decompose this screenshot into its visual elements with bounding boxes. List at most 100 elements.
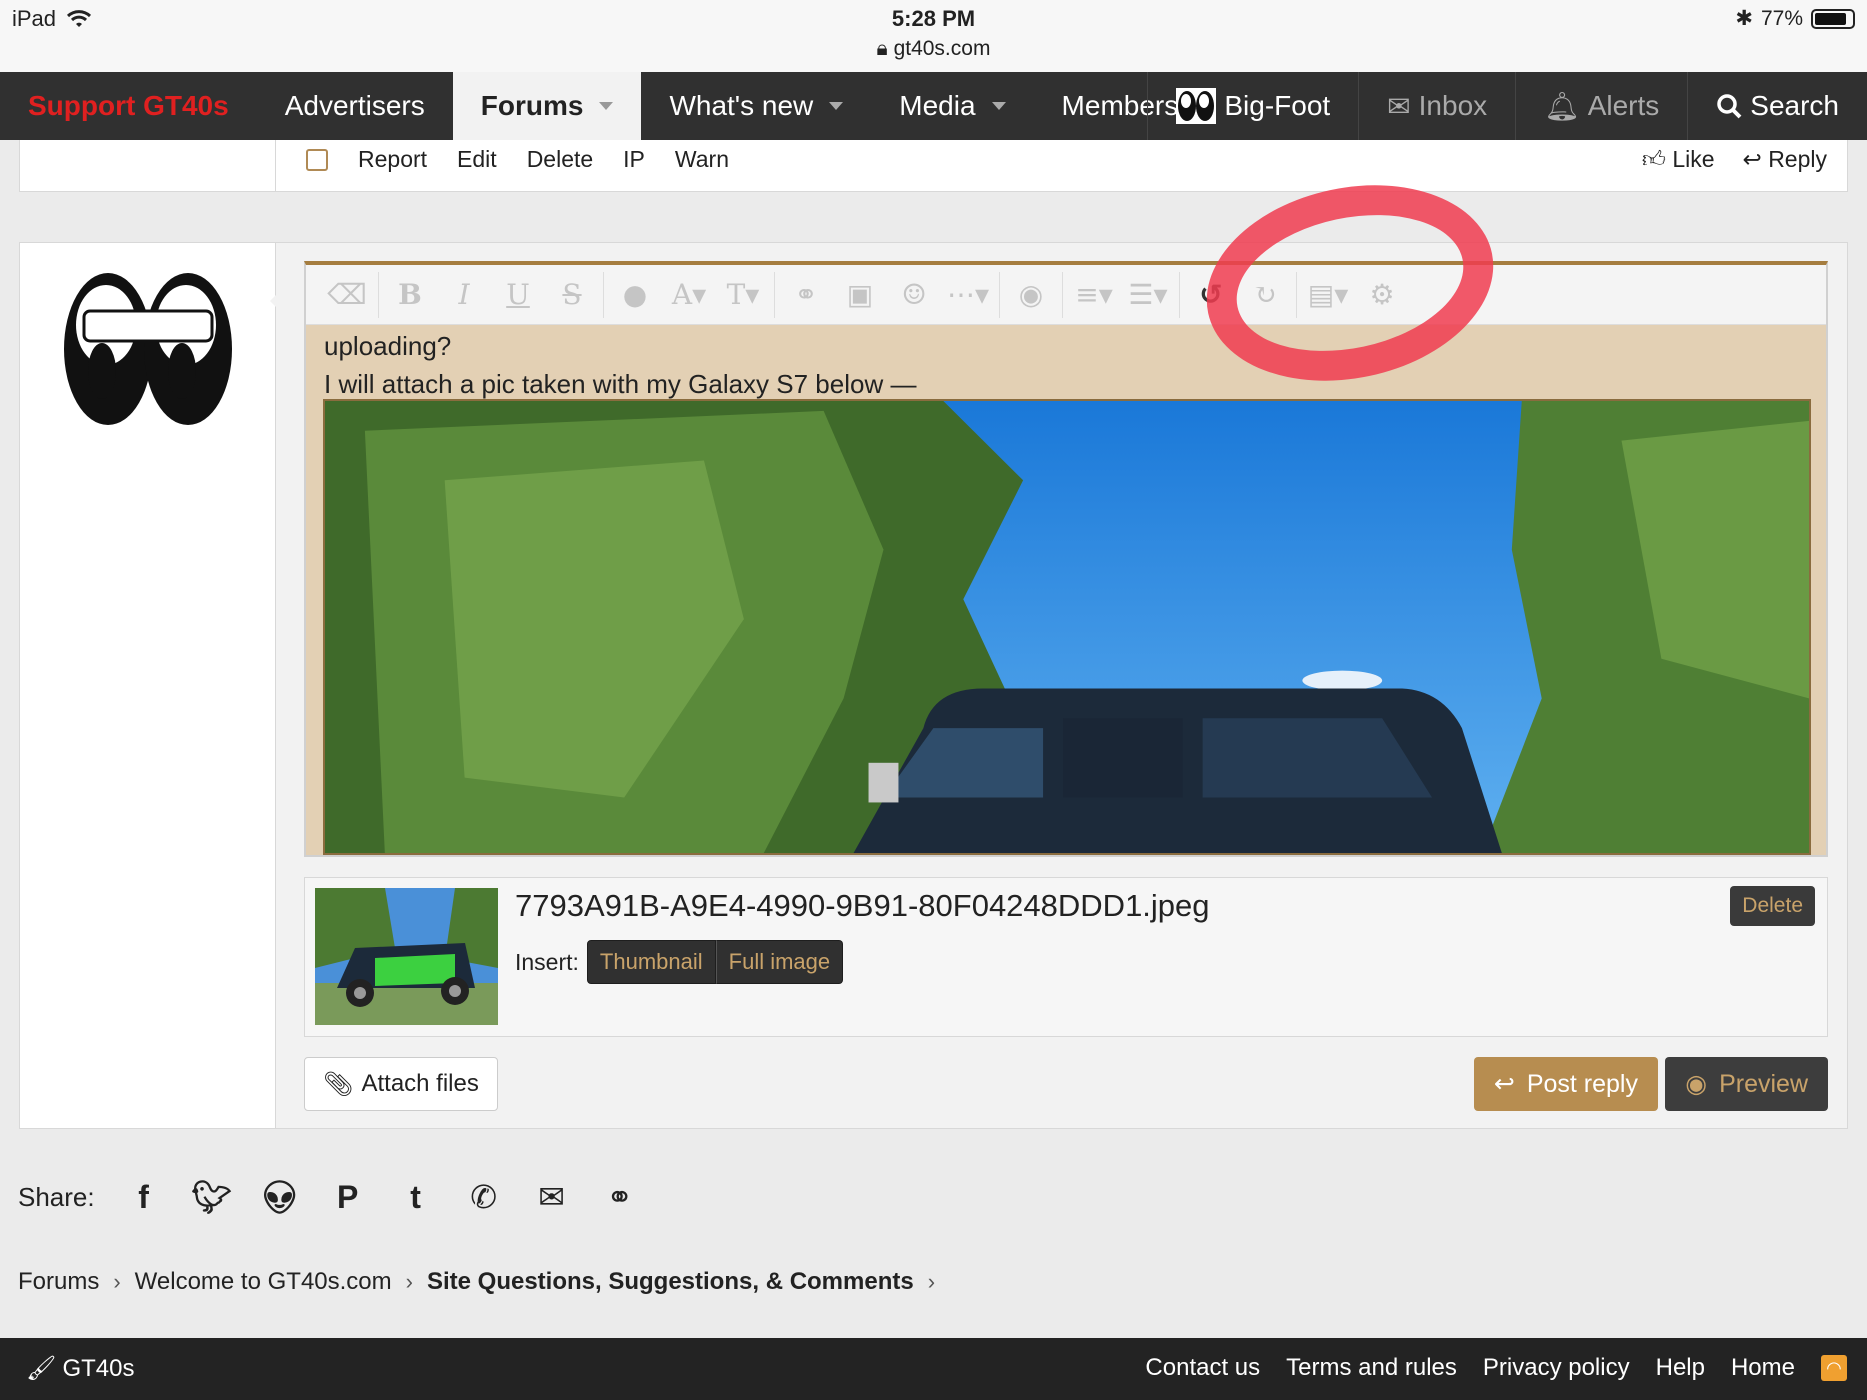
nav-media-label: Media	[899, 90, 976, 121]
address-bar[interactable]: 🔒︎ gt40s.com	[0, 37, 1867, 61]
footer-help-link[interactable]: Help	[1656, 1354, 1705, 1382]
bluetooth-icon: ✱	[1735, 7, 1753, 30]
preview-button[interactable]: ◉ Preview	[1665, 1057, 1828, 1111]
paintbrush-icon: 🖌︎	[26, 1355, 57, 1382]
breadcrumb-forums[interactable]: Forums	[18, 1268, 99, 1296]
clock: 5:28 PM	[891, 6, 976, 31]
editor-toolbar: ⌫ B I U S ● A▾ T▾ ⚭ ▣ ☺ ⋯▾ ◉ ≡▾ ☰▾ ↺ ↻ ▤…	[306, 265, 1826, 325]
font-size-icon[interactable]: T▾	[716, 265, 770, 325]
footer-terms-link[interactable]: Terms and rules	[1286, 1354, 1457, 1382]
reply-arrow-icon: ↩	[1742, 146, 1762, 172]
quick-reply-block: ⌫ B I U S ● A▾ T▾ ⚭ ▣ ☺ ⋯▾ ◉ ≡▾ ☰▾ ↺ ↻ ▤…	[19, 242, 1848, 1129]
like-button[interactable]: 👍︎ Like	[1642, 146, 1715, 174]
chevron-down-icon[interactable]	[599, 102, 614, 110]
search-icon	[1717, 94, 1742, 119]
editor-line-2: I will attach a pic taken with my Galaxy…	[324, 369, 917, 399]
moon-eyes-avatar	[60, 261, 236, 437]
edit-link[interactable]: Edit	[457, 146, 497, 173]
nav-user-account[interactable]: Big-Foot	[1147, 72, 1358, 140]
footer-contact-link[interactable]: Contact us	[1145, 1354, 1260, 1382]
reply-label: Reply	[1768, 146, 1827, 172]
breadcrumb: Forums › Welcome to GT40s.com › Site Que…	[18, 1268, 949, 1296]
share-bar: Share: f 🐦︎ 👽︎ P t ✆ ✉ ⚭	[18, 1178, 639, 1216]
warn-link[interactable]: Warn	[675, 146, 729, 173]
image-icon[interactable]: ▣	[833, 265, 887, 325]
pinterest-icon[interactable]: P	[329, 1178, 367, 1216]
envelope-icon: ✉	[1387, 90, 1411, 122]
nav-alerts[interactable]: 🔔︎ Alerts	[1515, 72, 1687, 140]
breadcrumb-welcome[interactable]: Welcome to GT40s.com	[135, 1268, 392, 1296]
link-icon[interactable]: ⚭	[601, 1178, 639, 1216]
report-link[interactable]: Report	[358, 146, 427, 173]
site-footer: 🖌︎ GT40s Contact us Terms and rules Priv…	[0, 1338, 1867, 1400]
nav-alerts-label: Alerts	[1587, 90, 1660, 121]
select-post-checkbox[interactable]	[306, 148, 328, 171]
camera-icon[interactable]: ◉	[1004, 265, 1058, 325]
font-family-icon[interactable]: A▾	[662, 265, 716, 325]
main-nav: Support GT40s Advertisers Forums What's …	[0, 72, 1867, 140]
chevron-down-icon[interactable]	[829, 102, 844, 110]
post-reply-button[interactable]: ↩ Post reply	[1473, 1057, 1658, 1111]
nav-search[interactable]: Search	[1687, 72, 1867, 140]
reply-button[interactable]: ↩ Reply	[1743, 146, 1827, 174]
footer-privacy-link[interactable]: Privacy policy	[1483, 1354, 1630, 1382]
nav-whats-new[interactable]: What's new	[641, 72, 871, 140]
nav-support[interactable]: Support GT40s	[0, 72, 257, 140]
nav-advertisers[interactable]: Advertisers	[257, 72, 453, 140]
insert-full-image-button[interactable]: Full image	[715, 940, 844, 984]
align-icon[interactable]: ≡▾	[1067, 265, 1121, 325]
attachment-thumbnail[interactable]	[315, 888, 498, 1025]
nav-forums-label: Forums	[480, 90, 584, 121]
underline-icon[interactable]: U	[491, 265, 545, 325]
rich-text-editor[interactable]: ⌫ B I U S ● A▾ T▾ ⚭ ▣ ☺ ⋯▾ ◉ ≡▾ ☰▾ ↺ ↻ ▤…	[304, 261, 1828, 857]
attachment-filename: 7793A91B-A9E4-4990-9B91-80F04248DDD1.jpe…	[515, 888, 1210, 923]
reddit-icon[interactable]: 👽︎	[259, 1178, 300, 1216]
chevron-down-icon[interactable]	[991, 102, 1006, 110]
whatsapp-icon[interactable]: ✆	[465, 1178, 503, 1216]
preview-label: Preview	[1719, 1069, 1808, 1098]
like-label: Like	[1672, 146, 1715, 172]
ip-link[interactable]: IP	[623, 146, 645, 173]
nav-media[interactable]: Media	[871, 72, 1033, 140]
bold-icon[interactable]: B	[383, 265, 437, 325]
delete-link[interactable]: Delete	[527, 146, 593, 173]
insert-label: Insert:	[515, 948, 579, 975]
twitter-icon[interactable]: 🐦︎	[191, 1178, 232, 1216]
eye-icon: ◉	[1685, 1070, 1708, 1098]
reply-arrow-icon: ↩	[1493, 1070, 1515, 1098]
email-icon[interactable]: ✉	[533, 1178, 571, 1216]
attach-files-button[interactable]: 📎︎ Attach files	[304, 1057, 498, 1111]
more-options-icon[interactable]: ⋯▾	[941, 265, 995, 325]
chevron-right-icon: ›	[113, 1269, 121, 1294]
editor-content[interactable]: uploading? I will attach a pic taken wit…	[324, 327, 916, 403]
facebook-icon[interactable]: f	[125, 1178, 163, 1216]
previous-post-footer: Report Edit Delete IP Warn 👍︎ Like ↩ Rep…	[19, 140, 1848, 192]
list-icon[interactable]: ☰▾	[1121, 265, 1175, 325]
footer-home-link[interactable]: Home	[1731, 1354, 1795, 1382]
user-avatar-icon	[1176, 88, 1217, 124]
editor-line-1: uploading?	[324, 331, 452, 361]
embedded-photo[interactable]	[323, 399, 1811, 855]
footer-style-chooser[interactable]: 🖌︎ GT40s	[26, 1354, 135, 1383]
nav-forums[interactable]: Forums	[452, 72, 642, 140]
insert-thumbnail-button[interactable]: Thumbnail	[586, 940, 716, 984]
ios-status-bar: iPad 5:28 PM 🔒︎ gt40s.com ✱ 77%	[0, 0, 1867, 72]
strikethrough-icon[interactable]: S	[545, 265, 599, 325]
link-icon[interactable]: ⚭	[779, 265, 833, 325]
tumblr-icon[interactable]: t	[397, 1178, 435, 1216]
bell-icon: 🔔︎	[1544, 90, 1580, 122]
italic-icon[interactable]: I	[437, 265, 491, 325]
breadcrumb-section[interactable]: Site Questions, Suggestions, & Comments	[427, 1268, 914, 1296]
text-color-icon[interactable]: ●	[608, 265, 662, 325]
smilie-icon[interactable]: ☺	[887, 265, 941, 325]
attach-files-label: Attach files	[361, 1070, 479, 1097]
nav-search-label: Search	[1750, 90, 1839, 121]
eraser-icon[interactable]: ⌫	[320, 265, 374, 325]
rss-icon[interactable]: ◠	[1821, 1355, 1847, 1381]
attachment-row: 7793A91B-A9E4-4990-9B91-80F04248DDD1.jpe…	[304, 877, 1828, 1037]
nav-whats-new-label: What's new	[669, 90, 814, 121]
nav-inbox[interactable]: ✉ Inbox	[1358, 72, 1515, 140]
delete-attachment-button[interactable]: Delete	[1730, 886, 1815, 926]
chevron-right-icon: ›	[927, 1269, 936, 1294]
share-label: Share:	[18, 1181, 95, 1212]
